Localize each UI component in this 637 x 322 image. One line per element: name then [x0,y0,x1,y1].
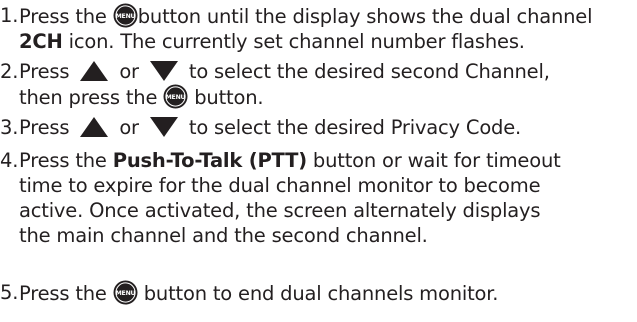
step-text: Press the [19,282,113,305]
down-arrow-icon [149,116,179,138]
step-text: icon. The currently set channel number f… [62,30,525,53]
menu-button-icon: MENU [113,3,138,28]
step-number: 5. [0,281,19,304]
step-number: 1. [0,4,19,27]
step-text: active. Once activated, the screen alter… [19,199,541,222]
step-2: 2. Press or to select the desired second… [0,59,550,110]
up-arrow-icon [79,116,109,138]
menu-label: MENU [115,13,135,20]
step-4: 4. Press the Push-To-Talk (PTT) button o… [0,148,561,248]
step-text: then press the [19,86,164,109]
up-arrow-icon [79,60,109,82]
step-number: 4. [0,149,19,172]
down-arrow-icon [149,60,179,82]
step-text: the main channel and the second channel. [19,224,428,247]
step-text: button. [188,86,264,109]
step-text: Press [19,60,76,83]
menu-label: MENU [166,94,186,101]
step-bold-text: 2CH [19,30,63,53]
menu-button-icon: MENU [113,280,138,305]
step-text: Press the [19,5,113,28]
step-1: 1. Press the MENU button until the displa… [0,3,593,54]
menu-label: MENU [115,290,135,297]
step-text: to select the desired Privacy Code. [182,116,522,139]
step-text: or [113,60,145,83]
menu-button-icon: MENU [163,84,188,109]
step-text: Press the [19,149,113,172]
step-text: button until the display shows the dual … [137,5,593,28]
step-bold-text: Push-To-Talk (PTT) [112,149,307,172]
step-text: time to expire for the dual channel moni… [19,174,541,197]
step-text: button to end dual channels monitor. [137,282,499,305]
step-3: 3. Press or to select the desired Privac… [0,115,521,140]
step-5: 5. Press the MENU button to end dual cha… [0,280,498,306]
step-text: Press [19,116,76,139]
step-number: 3. [0,116,19,139]
step-text: to select the desired second Channel, [182,60,550,83]
step-number: 2. [0,60,19,83]
step-text: button or wait for timeout [306,149,561,172]
step-text: or [113,116,145,139]
